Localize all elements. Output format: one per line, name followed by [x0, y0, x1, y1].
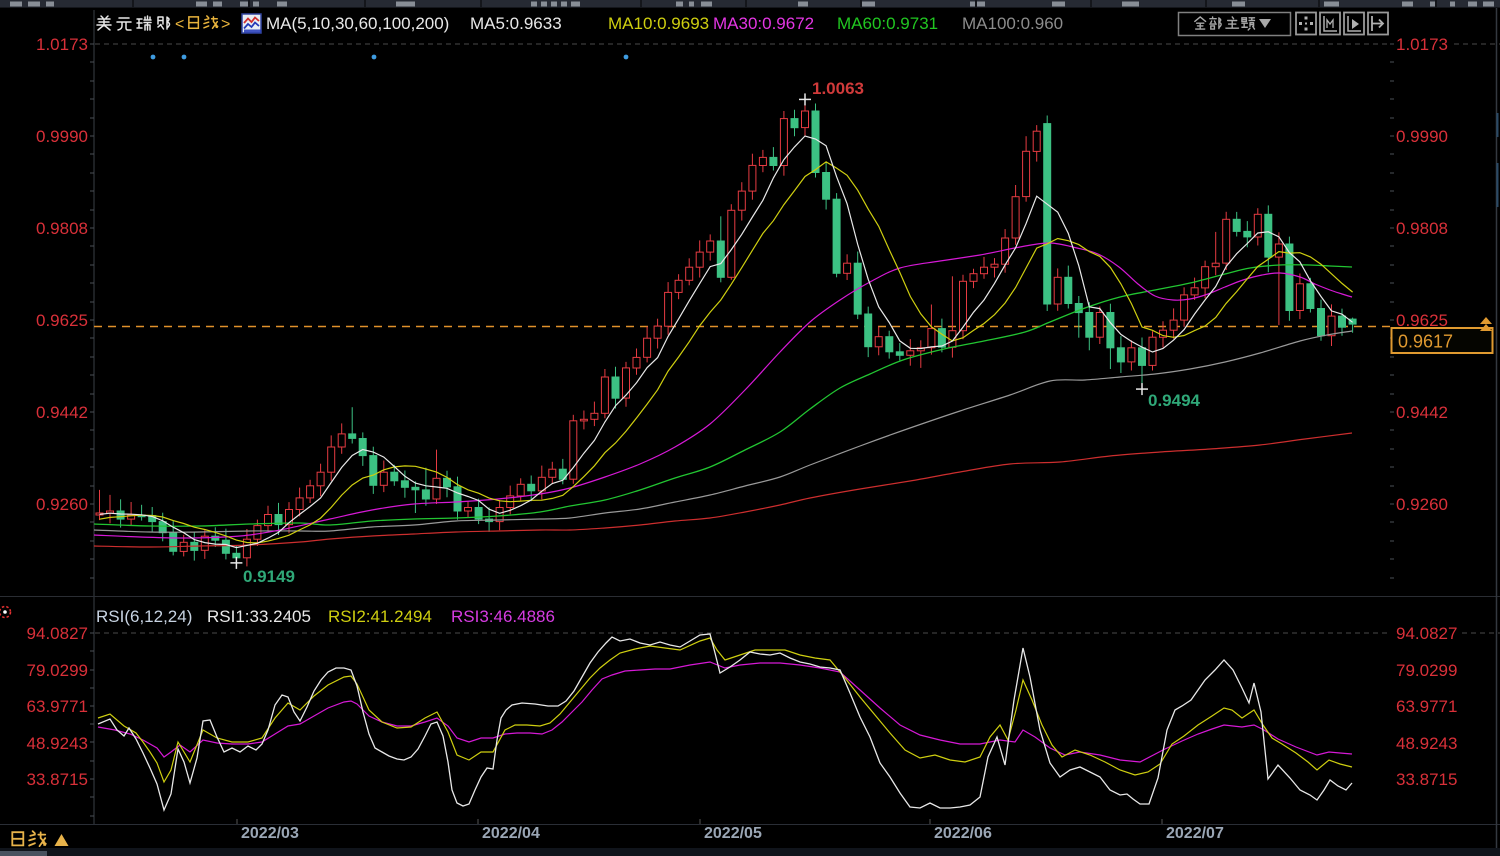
svg-text:2022/04: 2022/04 — [482, 825, 540, 842]
svg-text:63.9771: 63.9771 — [1396, 697, 1457, 716]
svg-text:2022/07: 2022/07 — [1166, 825, 1224, 842]
svg-text:MA(5,10,30,60,100,200): MA(5,10,30,60,100,200) — [266, 14, 449, 33]
svg-text:33.8715: 33.8715 — [1396, 770, 1457, 789]
svg-text:63.9771: 63.9771 — [27, 697, 88, 716]
svg-text:94.0827: 94.0827 — [27, 624, 88, 643]
svg-text:MA100:0.960: MA100:0.960 — [962, 14, 1063, 33]
svg-text:>: > — [221, 16, 230, 33]
svg-text:0.9260: 0.9260 — [1396, 495, 1448, 514]
svg-text:1.0173: 1.0173 — [1396, 35, 1448, 54]
svg-text:0.9149: 0.9149 — [243, 567, 295, 586]
svg-text:0.9625: 0.9625 — [36, 311, 88, 330]
svg-text:79.0299: 79.0299 — [27, 661, 88, 680]
svg-text:MA60:0.9731: MA60:0.9731 — [837, 14, 938, 33]
svg-text:RSI3:46.4886: RSI3:46.4886 — [451, 607, 555, 626]
svg-text:48.9243: 48.9243 — [1396, 734, 1457, 753]
svg-text:1.0173: 1.0173 — [36, 35, 88, 54]
svg-text:RSI1:33.2405: RSI1:33.2405 — [207, 607, 311, 626]
svg-text:2022/03: 2022/03 — [241, 825, 299, 842]
svg-text:0.9442: 0.9442 — [36, 403, 88, 422]
svg-text:0.9808: 0.9808 — [36, 219, 88, 238]
svg-text:0.9260: 0.9260 — [36, 495, 88, 514]
svg-text:33.8715: 33.8715 — [27, 770, 88, 789]
svg-text:79.0299: 79.0299 — [1396, 661, 1457, 680]
svg-text:MA30:0.9672: MA30:0.9672 — [713, 14, 814, 33]
svg-text:48.9243: 48.9243 — [27, 734, 88, 753]
svg-text:0.9617: 0.9617 — [1398, 332, 1453, 352]
svg-text:2022/06: 2022/06 — [934, 825, 992, 842]
svg-text:RSI(6,12,24): RSI(6,12,24) — [96, 607, 192, 626]
svg-text:MA10:0.9693: MA10:0.9693 — [608, 14, 709, 33]
svg-text:94.0827: 94.0827 — [1396, 624, 1457, 643]
svg-text:0.9494: 0.9494 — [1148, 391, 1201, 410]
svg-text:0.9442: 0.9442 — [1396, 403, 1448, 422]
svg-text:RSI2:41.2494: RSI2:41.2494 — [328, 607, 432, 626]
svg-text:<: < — [175, 16, 184, 33]
svg-text:1.0063: 1.0063 — [812, 79, 864, 98]
svg-text:0.9990: 0.9990 — [1396, 127, 1448, 146]
svg-text:2022/05: 2022/05 — [704, 825, 762, 842]
svg-text:MA5:0.9633: MA5:0.9633 — [470, 14, 562, 33]
svg-text:0.9990: 0.9990 — [36, 127, 88, 146]
svg-text:0.9808: 0.9808 — [1396, 219, 1448, 238]
